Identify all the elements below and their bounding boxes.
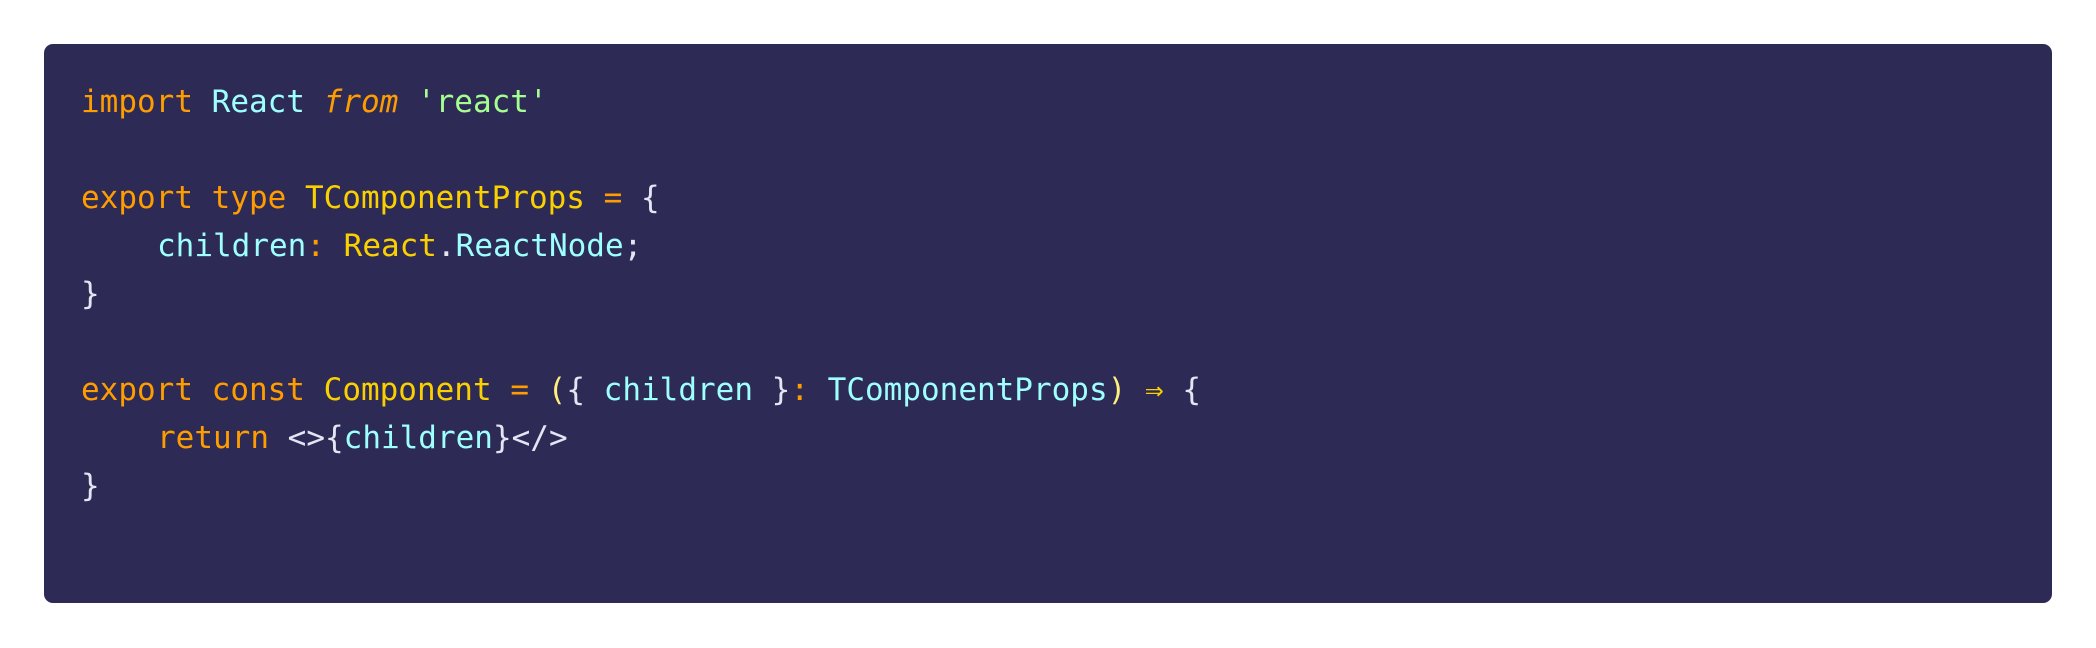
keyword-export: export bbox=[81, 180, 193, 216]
brace-open: { bbox=[324, 420, 344, 456]
code-line-7: export const Component = ({ children }: … bbox=[81, 366, 2052, 414]
keyword-from: from bbox=[323, 84, 399, 120]
property-children: children bbox=[157, 228, 307, 264]
operator-equals: = bbox=[510, 372, 529, 408]
namespace-react: React bbox=[343, 228, 437, 264]
code-line-5: } bbox=[81, 270, 2052, 318]
semicolon: ; bbox=[623, 228, 643, 264]
identifier-react: React bbox=[211, 84, 305, 120]
brace-close: } bbox=[771, 372, 791, 408]
keyword-import: import bbox=[81, 84, 193, 120]
code-line-1: import React from 'react' bbox=[81, 78, 2052, 126]
colon: : bbox=[306, 228, 325, 264]
type-name: TComponentProps bbox=[304, 180, 585, 216]
paren-open: ( bbox=[547, 372, 567, 408]
type-reactnode: ReactNode bbox=[455, 228, 624, 264]
paren-close: ) bbox=[1107, 372, 1127, 408]
code-block: import React from 'react' export type TCo… bbox=[44, 44, 2052, 603]
brace-close: } bbox=[492, 420, 512, 456]
string-module: 'react' bbox=[416, 84, 548, 120]
code-line-2-blank bbox=[81, 126, 2052, 174]
component-name: Component bbox=[323, 372, 492, 408]
code-line-6-blank bbox=[81, 318, 2052, 366]
keyword-const: const bbox=[211, 372, 305, 408]
fragment-close: </> bbox=[511, 420, 568, 456]
param-type: TComponentProps bbox=[827, 372, 1108, 408]
code-line-9: } bbox=[81, 462, 2052, 510]
arrow-icon: ⇒ bbox=[1144, 372, 1164, 408]
dot: . bbox=[436, 228, 456, 264]
keyword-export: export bbox=[81, 372, 193, 408]
brace-close: } bbox=[81, 468, 100, 504]
operator-equals: = bbox=[603, 180, 623, 216]
fragment-open: <> bbox=[287, 420, 325, 456]
code-line-4: children: React.ReactNode; bbox=[81, 222, 2052, 270]
code-line-8: return <>{children}</> bbox=[81, 414, 2052, 462]
expr-children: children bbox=[343, 420, 493, 456]
brace-open: { bbox=[640, 180, 660, 216]
keyword-type: type bbox=[211, 180, 287, 216]
brace-close: } bbox=[81, 276, 100, 312]
colon: : bbox=[790, 372, 809, 408]
code-line-3: export type TComponentProps = { bbox=[81, 174, 2052, 222]
brace-open: { bbox=[1182, 372, 1201, 408]
keyword-return: return bbox=[157, 420, 269, 456]
param-children: children bbox=[603, 372, 753, 408]
brace-open: { bbox=[566, 372, 585, 408]
